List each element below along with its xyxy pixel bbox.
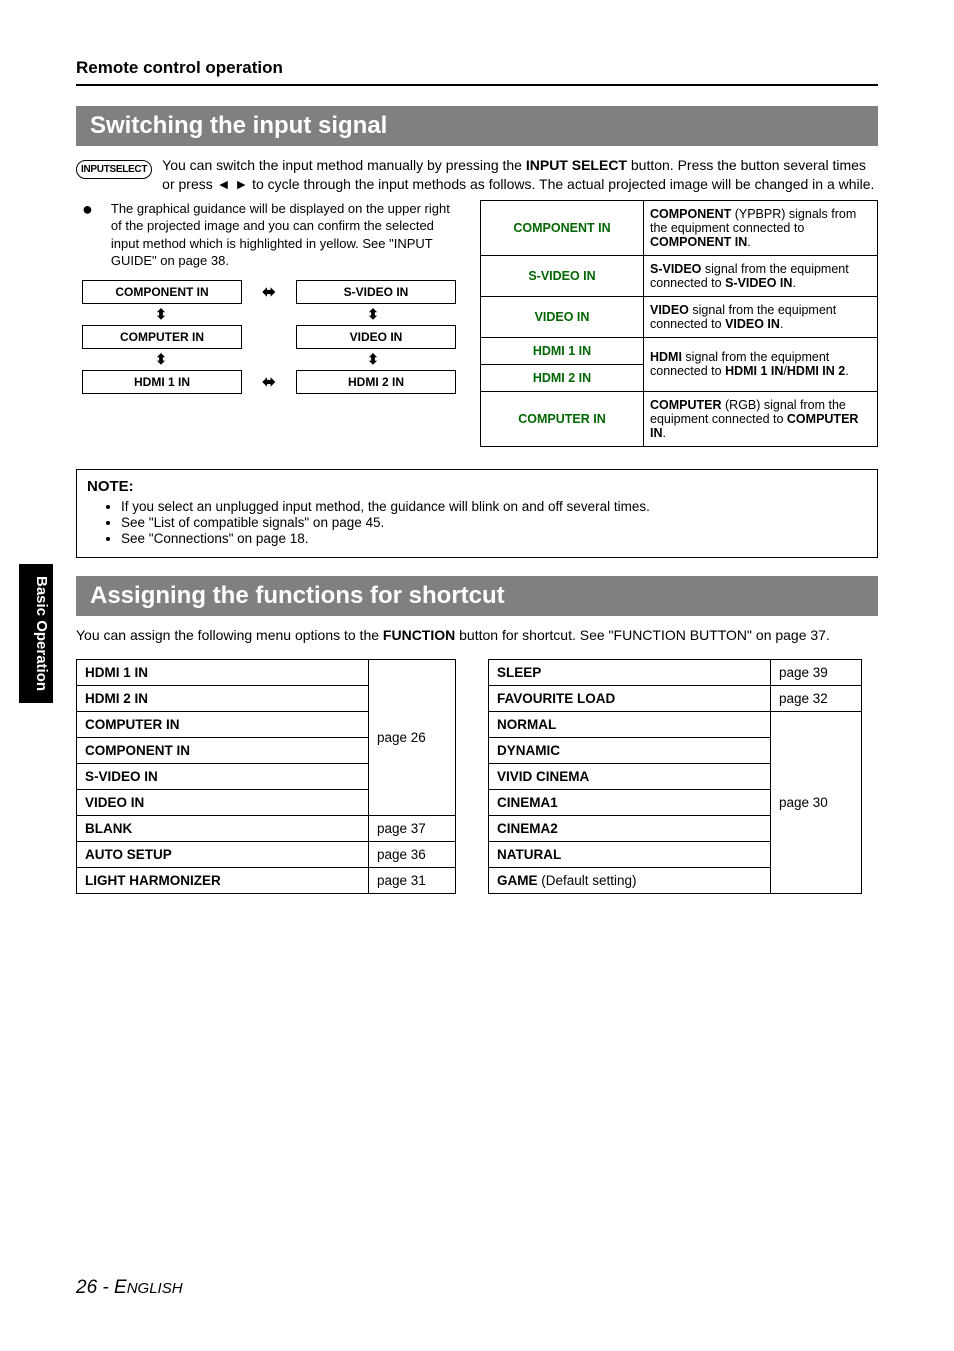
func-page: page 39 <box>771 660 862 686</box>
b: COMPONENT <box>650 207 731 221</box>
flow-box: COMPUTER IN <box>82 325 242 349</box>
func-page: page 36 <box>369 842 456 868</box>
arrow-up-down-icon: ⬍ <box>294 304 452 325</box>
assign-description: You can assign the following menu option… <box>76 626 878 646</box>
func-name: VIDEO IN <box>77 790 369 816</box>
func-name: HDMI 1 IN <box>77 660 369 686</box>
t: button for shortcut. See "FUNCTION BUTTO… <box>455 627 830 643</box>
signal-desc: VIDEO signal from the equipment connecte… <box>644 296 878 337</box>
arrow-up-down-icon: ⬍ <box>294 349 452 370</box>
func-name: SLEEP <box>489 660 771 686</box>
signal-desc: COMPUTER (RGB) signal from the equipment… <box>644 391 878 446</box>
signal-key: COMPUTER IN <box>481 391 644 446</box>
func-page: page 37 <box>369 816 456 842</box>
b: S-VIDEO IN <box>725 276 792 290</box>
func-page: page 32 <box>771 686 862 712</box>
horizontal-rule <box>76 84 878 86</box>
func-name: AUTO SETUP <box>77 842 369 868</box>
flow-box: S-VIDEO IN <box>296 280 456 304</box>
func-name: VIVID CINEMA <box>489 764 771 790</box>
func-name: S-VIDEO IN <box>77 764 369 790</box>
b: HDMI 1 IN <box>725 364 783 378</box>
heading-assigning: Assigning the functions for shortcut <box>76 576 878 616</box>
note-box: NOTE: If you select an unplugged input m… <box>76 469 878 558</box>
section-title: Remote control operation <box>76 58 878 78</box>
inputselect-icon: INPUTSELECT <box>76 160 152 179</box>
function-table-2: SLEEPpage 39 FAVOURITE LOADpage 32 NORMA… <box>488 659 862 894</box>
intro-pre: You can switch the input method manually… <box>162 157 526 173</box>
signal-desc: HDMI signal from the equipment connected… <box>644 337 878 391</box>
signal-key: COMPONENT IN <box>481 200 644 255</box>
flow-diagram: COMPONENT IN ⬌ S-VIDEO IN ⬍ ⬍ COMPUTER I… <box>82 280 462 394</box>
signal-desc: S-VIDEO signal from the equipment connec… <box>644 255 878 296</box>
flow-box: COMPONENT IN <box>82 280 242 304</box>
bullet-text: The graphical guidance will be displayed… <box>111 200 462 270</box>
t: (Default setting) <box>538 873 637 888</box>
b: FUNCTION <box>383 627 455 643</box>
page-footer: 26 - ENGLISH <box>76 1277 183 1299</box>
func-name: HDMI 2 IN <box>77 686 369 712</box>
b: VIDEO IN <box>725 317 780 331</box>
signal-key: HDMI 2 IN <box>481 364 644 391</box>
func-name: COMPUTER IN <box>77 712 369 738</box>
intro-bold: INPUT SELECT <box>526 157 627 173</box>
side-tab: Basic Operation <box>19 564 53 703</box>
note-title: NOTE: <box>87 478 867 495</box>
func-name: DYNAMIC <box>489 738 771 764</box>
b: GAME <box>497 873 538 888</box>
note-item: If you select an unplugged input method,… <box>121 499 867 514</box>
intro-text: You can switch the input method manually… <box>162 156 878 194</box>
arrow-left-right-icon: ⬌ <box>242 282 296 302</box>
signal-key: S-VIDEO IN <box>481 255 644 296</box>
b: S-VIDEO <box>650 262 701 276</box>
function-table-1: HDMI 1 INpage 26 HDMI 2 IN COMPUTER IN C… <box>76 659 456 894</box>
func-page: page 26 <box>369 660 456 816</box>
heading-switching: Switching the input signal <box>76 106 878 146</box>
func-name: LIGHT HARMONIZER <box>77 868 369 894</box>
func-name: GAME (Default setting) <box>489 868 771 894</box>
signal-key: VIDEO IN <box>481 296 644 337</box>
flow-box: HDMI 1 IN <box>82 370 242 394</box>
b: HDMI IN 2 <box>787 364 845 378</box>
b: COMPUTER <box>650 398 722 412</box>
func-name: CINEMA2 <box>489 816 771 842</box>
signal-table: COMPONENT IN COMPONENT (YPBPR) signals f… <box>480 200 878 447</box>
bullet-icon: ● <box>82 200 93 270</box>
signal-desc: COMPONENT (YPBPR) signals from the equip… <box>644 200 878 255</box>
func-name: BLANK <box>77 816 369 842</box>
b: HDMI <box>650 350 682 364</box>
signal-key: HDMI 1 IN <box>481 337 644 364</box>
func-name: FAVOURITE LOAD <box>489 686 771 712</box>
func-page: page 31 <box>369 868 456 894</box>
footer-lang-rest: NGLISH <box>127 1280 183 1297</box>
note-item: See "List of compatible signals" on page… <box>121 515 867 530</box>
func-page: page 30 <box>771 712 862 894</box>
func-name: NATURAL <box>489 842 771 868</box>
func-name: NORMAL <box>489 712 771 738</box>
flow-box: HDMI 2 IN <box>296 370 456 394</box>
t: You can assign the following menu option… <box>76 627 383 643</box>
func-name: COMPONENT IN <box>77 738 369 764</box>
note-item: See "Connections" on page 18. <box>121 531 867 546</box>
b: VIDEO <box>650 303 689 317</box>
footer-sep: - <box>97 1277 114 1298</box>
b: COMPONENT IN <box>650 235 747 249</box>
arrow-up-down-icon: ⬍ <box>82 304 240 325</box>
page-number: 26 <box>76 1277 97 1298</box>
arrow-left-right-icon: ⬌ <box>242 372 296 392</box>
flow-box: VIDEO IN <box>296 325 456 349</box>
arrow-up-down-icon: ⬍ <box>82 349 240 370</box>
footer-lang-first: E <box>114 1277 127 1298</box>
func-name: CINEMA1 <box>489 790 771 816</box>
